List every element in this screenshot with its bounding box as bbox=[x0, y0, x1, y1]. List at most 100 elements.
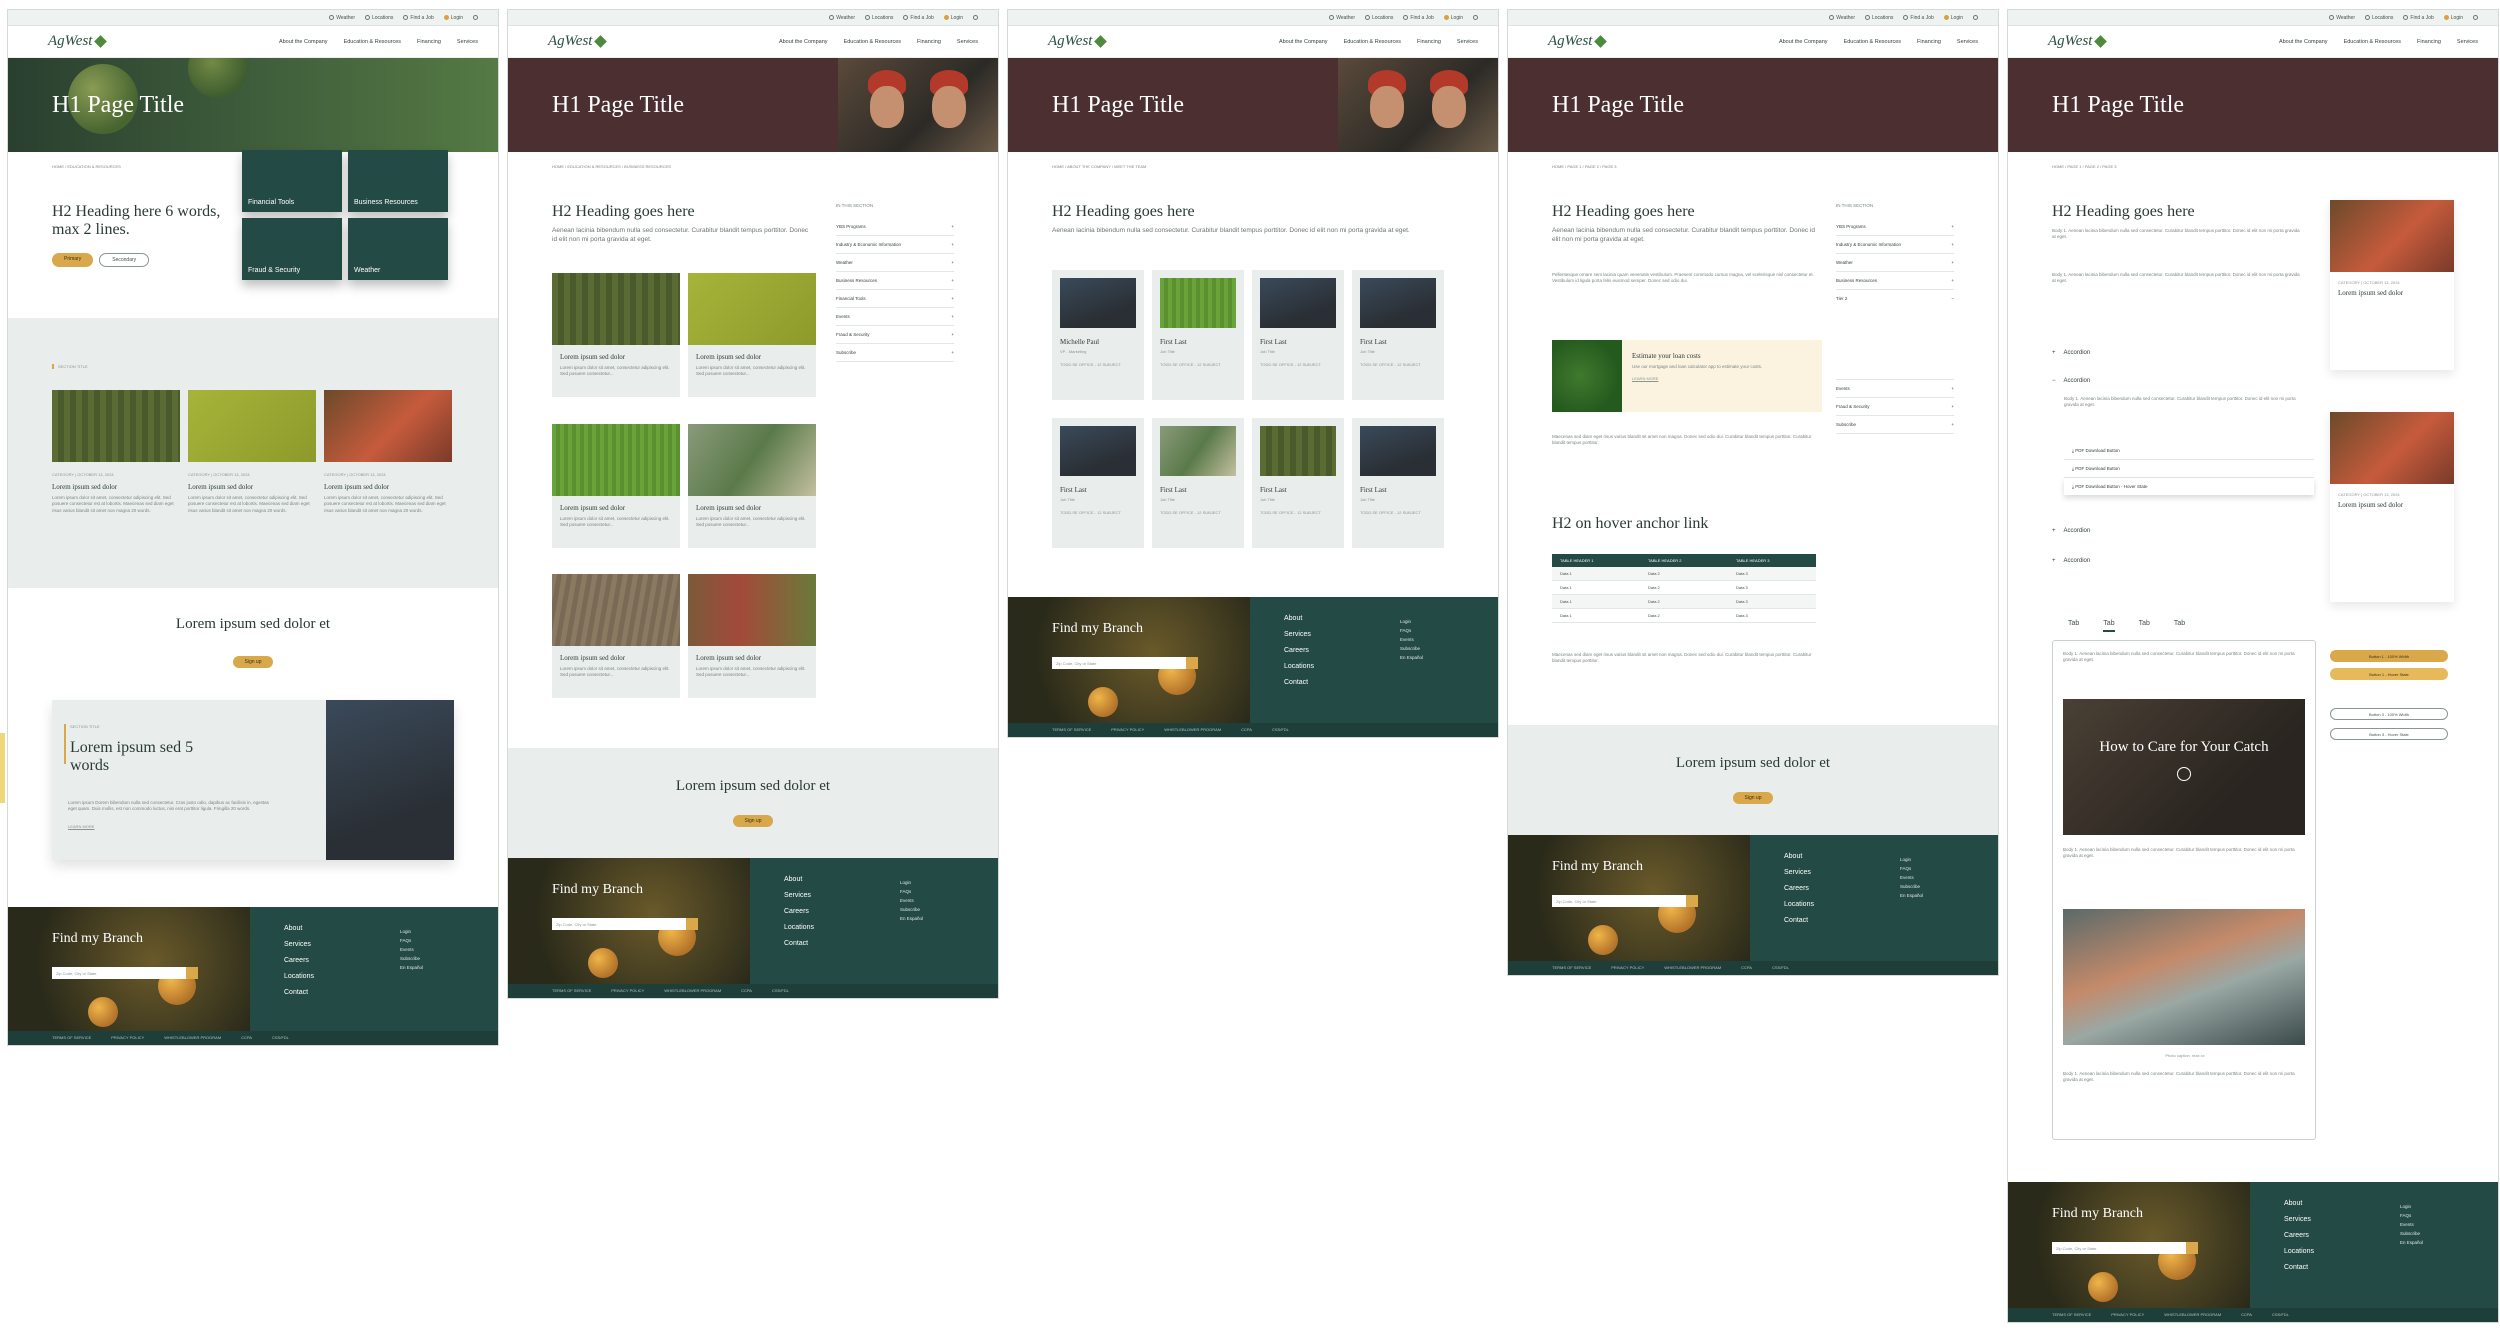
tile-financial-tools[interactable]: Financial Tools bbox=[242, 150, 342, 212]
footer-link-careers[interactable]: Careers bbox=[284, 953, 314, 969]
logo[interactable]: AgWest bbox=[1548, 33, 1608, 50]
section-nav-item[interactable]: Weather + bbox=[836, 254, 954, 272]
article-card[interactable]: CATEGORY | OCTOBER 13, 2024 Lorem ipsum … bbox=[188, 390, 316, 550]
section-nav-item[interactable]: Tier 2− bbox=[1836, 290, 1954, 380]
login-link[interactable]: Login bbox=[443, 15, 463, 21]
nav-financing[interactable]: Financing bbox=[417, 39, 441, 45]
cssfdl-link[interactable]: CSS/FDL bbox=[1272, 727, 1289, 733]
tile-fraud-security[interactable]: Fraud & Security bbox=[242, 218, 342, 280]
logo[interactable]: AgWest bbox=[48, 33, 108, 50]
locations-link[interactable]: Locations bbox=[1365, 15, 1393, 21]
nav-education[interactable]: Education & Resources bbox=[2344, 39, 2401, 45]
team-card[interactable]: First Last Job Title TODD.SE OFFICE - 12… bbox=[1252, 418, 1344, 548]
search-icon[interactable] bbox=[686, 918, 698, 930]
whistleblower-link[interactable]: WHISTLEBLOWER PROGRAM bbox=[1164, 727, 1221, 733]
footer-link-services[interactable]: Services bbox=[1284, 627, 1314, 643]
section-nav-item[interactable]: Weather + bbox=[1836, 254, 1954, 272]
locations-link[interactable]: Locations bbox=[365, 15, 393, 21]
privacy-link[interactable]: PRIVACY POLICY bbox=[1111, 727, 1144, 733]
footer-subscribe[interactable]: Subscribe bbox=[1400, 644, 1423, 653]
whistleblower-link[interactable]: WHISTLEBLOWER PROGRAM bbox=[164, 1035, 221, 1041]
estimate-link[interactable]: LEARN MORE bbox=[1632, 376, 1762, 381]
team-card[interactable]: First Last Job Title TODD.SE OFFICE - 12… bbox=[1052, 418, 1144, 548]
footer-events[interactable]: Events bbox=[1900, 873, 1923, 882]
signup-button[interactable]: Sign up bbox=[732, 815, 774, 827]
footer-link-contact[interactable]: Contact bbox=[284, 985, 314, 1001]
tab[interactable]: Tab bbox=[2139, 620, 2150, 632]
weather-link[interactable]: Weather bbox=[1329, 15, 1355, 21]
nav-about[interactable]: About the Company bbox=[1779, 39, 1828, 45]
nav-education[interactable]: Education & Resources bbox=[1844, 39, 1901, 45]
pdf-download-button[interactable]: ⤓ PDF Download Button bbox=[2064, 460, 2314, 478]
search-icon[interactable] bbox=[1686, 895, 1698, 907]
logo[interactable]: AgWest bbox=[2048, 33, 2108, 50]
accordion-item[interactable]: + Accordion bbox=[2052, 558, 2090, 564]
accordion-item[interactable]: + Accordion bbox=[2052, 528, 2090, 534]
search-icon[interactable] bbox=[473, 15, 478, 20]
breadcrumb[interactable]: HOME / PAGE 1 / PAGE 2 / PAGE 3 bbox=[1508, 152, 1998, 169]
footer-faqs[interactable]: FAQs bbox=[1400, 626, 1423, 635]
footer-link-about[interactable]: About bbox=[784, 872, 814, 888]
footer-link-about[interactable]: About bbox=[1284, 611, 1314, 627]
footer-link-contact[interactable]: Contact bbox=[2284, 1260, 2314, 1276]
footer-espanol[interactable]: En Español bbox=[1900, 891, 1923, 900]
team-card[interactable]: First Last Job Title TODD.SE OFFICE - 12… bbox=[1352, 418, 1444, 548]
nav-financing[interactable]: Financing bbox=[1417, 39, 1441, 45]
primary-button[interactable]: Primary bbox=[52, 253, 94, 267]
ccpa-link[interactable]: CCPA bbox=[1241, 727, 1252, 733]
search-icon[interactable] bbox=[2186, 1242, 2198, 1254]
team-card[interactable]: First Last Job Title TODD.SE OFFICE - 12… bbox=[1152, 418, 1244, 548]
section-nav-item[interactable]: Fraud & Security + bbox=[836, 326, 954, 344]
branch-search-input[interactable]: Zip Code, City or State bbox=[1552, 895, 1698, 907]
footer-link-contact[interactable]: Contact bbox=[784, 936, 814, 952]
login-link[interactable]: Login bbox=[1943, 15, 1963, 21]
resource-card[interactable]: Lorem ipsum sed dolor Lorem ipsum dolor … bbox=[552, 574, 680, 698]
button-hover[interactable]: Button 1 - Hover State bbox=[2330, 668, 2448, 680]
accordion-item-open[interactable]: − Accordion bbox=[2052, 378, 2090, 384]
article-card[interactable]: CATEGORY | OCTOBER 13, 2024 Lorem ipsum … bbox=[52, 390, 180, 550]
footer-faqs[interactable]: FAQs bbox=[400, 936, 423, 945]
footer-events[interactable]: Events bbox=[1400, 635, 1423, 644]
login-link[interactable]: Login bbox=[1443, 15, 1463, 21]
resource-card[interactable]: Lorem ipsum sed dolor Lorem ipsum dolor … bbox=[688, 273, 816, 397]
footer-faqs[interactable]: FAQs bbox=[900, 887, 923, 896]
footer-link-services[interactable]: Services bbox=[2284, 1212, 2314, 1228]
nav-services[interactable]: Services bbox=[2457, 39, 2478, 45]
search-icon[interactable] bbox=[1473, 15, 1478, 20]
weather-link[interactable]: Weather bbox=[1829, 15, 1855, 21]
ccpa-link[interactable]: CCPA bbox=[241, 1035, 252, 1041]
nav-financing[interactable]: Financing bbox=[917, 39, 941, 45]
footer-link-about[interactable]: About bbox=[2284, 1196, 2314, 1212]
section-nav-item[interactable]: Business Resources + bbox=[1836, 272, 1954, 290]
section-nav-item[interactable]: Events + bbox=[1836, 380, 1954, 398]
nav-education[interactable]: Education & Resources bbox=[1344, 39, 1401, 45]
footer-link-careers[interactable]: Careers bbox=[784, 904, 814, 920]
section-nav-item[interactable]: Business Resources + bbox=[836, 272, 954, 290]
tab[interactable]: Tab bbox=[2174, 620, 2185, 632]
terms-link[interactable]: TERMS OF SERVICE bbox=[1052, 727, 1091, 733]
signup-button[interactable]: Sign up bbox=[232, 656, 274, 668]
footer-events[interactable]: Events bbox=[900, 896, 923, 905]
side-card[interactable]: CATEGORY | OCTOBER 13, 2024 Lorem ipsum … bbox=[2330, 200, 2454, 370]
login-link[interactable]: Login bbox=[943, 15, 963, 21]
footer-link-contact[interactable]: Contact bbox=[1784, 913, 1814, 929]
privacy-link[interactable]: PRIVACY POLICY bbox=[611, 988, 644, 994]
footer-subscribe[interactable]: Subscribe bbox=[400, 954, 423, 963]
section-nav-item[interactable]: Subscribe + bbox=[836, 344, 954, 362]
login-link[interactable]: Login bbox=[2443, 15, 2463, 21]
privacy-link[interactable]: PRIVACY POLICY bbox=[2111, 1312, 2144, 1318]
whistleblower-link[interactable]: WHISTLEBLOWER PROGRAM bbox=[664, 988, 721, 994]
whistleblower-link[interactable]: WHISTLEBLOWER PROGRAM bbox=[1664, 965, 1721, 971]
search-icon[interactable] bbox=[1973, 15, 1978, 20]
search-icon[interactable] bbox=[2473, 15, 2478, 20]
footer-link-services[interactable]: Services bbox=[784, 888, 814, 904]
footer-login[interactable]: Login bbox=[400, 927, 423, 936]
tab-active[interactable]: Tab bbox=[2103, 620, 2115, 632]
footer-login[interactable]: Login bbox=[1400, 617, 1423, 626]
ccpa-link[interactable]: CCPA bbox=[2241, 1312, 2252, 1318]
footer-faqs[interactable]: FAQs bbox=[1900, 864, 1923, 873]
logo[interactable]: AgWest bbox=[1048, 33, 1108, 50]
branch-search-input[interactable]: Zip Code, City or State bbox=[52, 967, 198, 979]
cssfdl-link[interactable]: CSS/FDL bbox=[272, 1035, 289, 1041]
footer-link-careers[interactable]: Careers bbox=[1284, 643, 1314, 659]
